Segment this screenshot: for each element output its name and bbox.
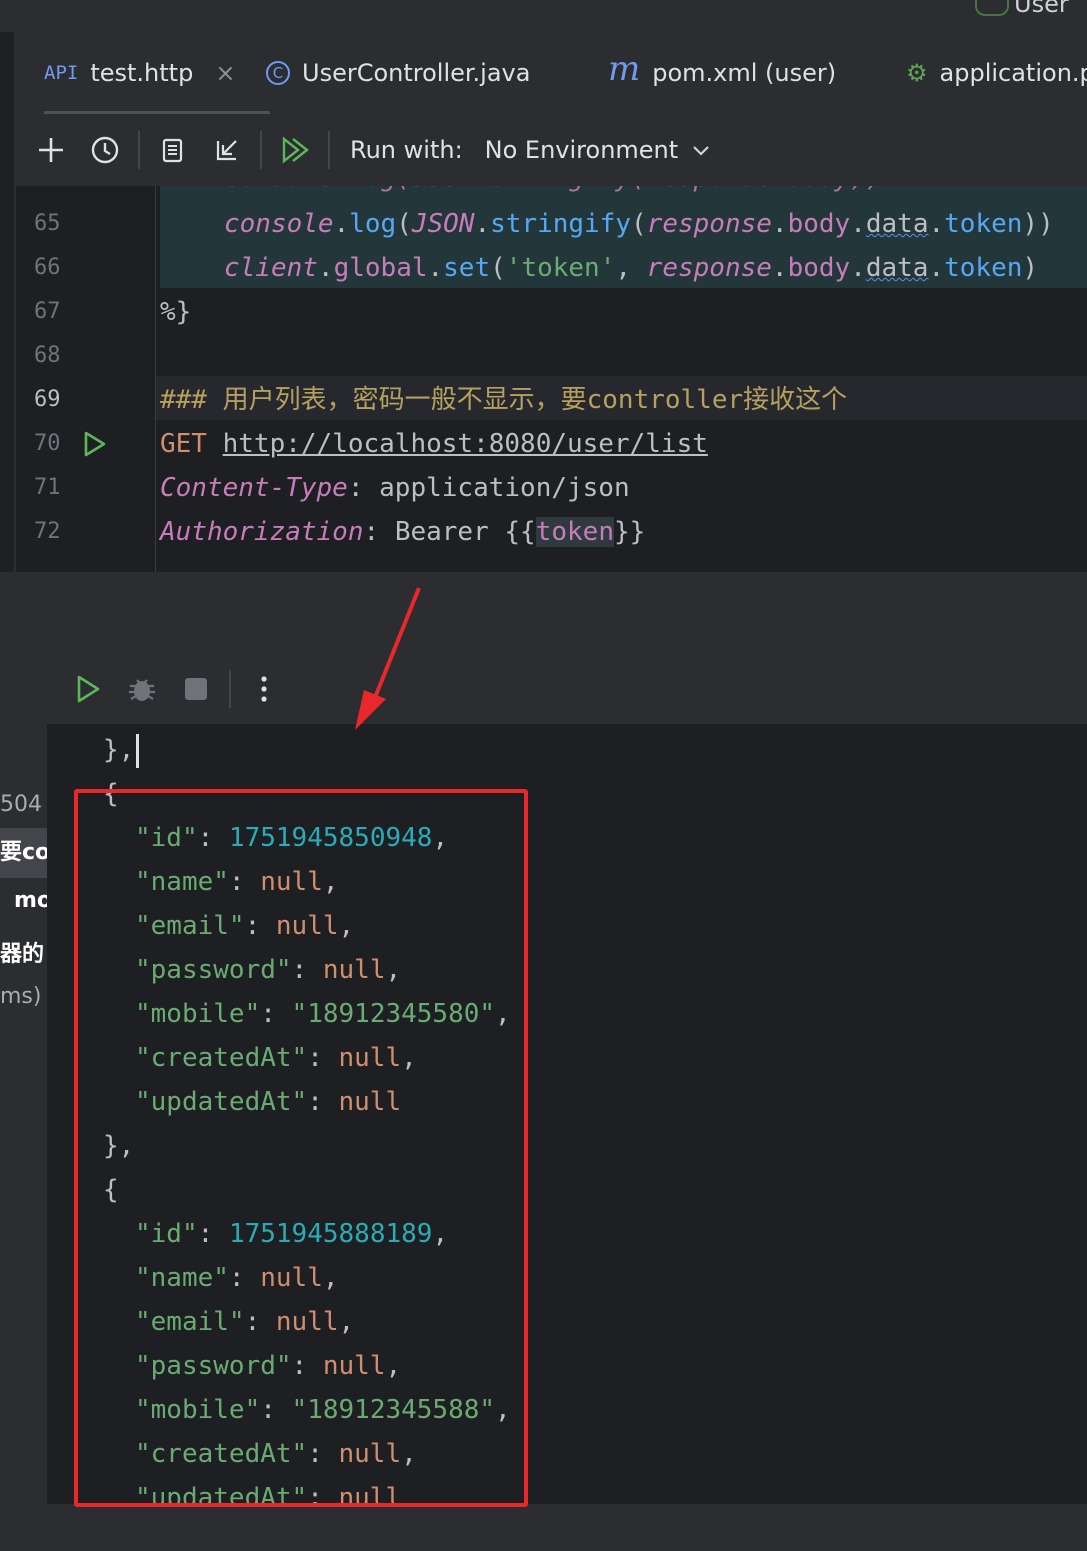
code-text: client.global.set('token', response.body… xyxy=(224,253,1039,283)
spring-config-icon: ⚙ xyxy=(906,59,928,87)
import-button[interactable] xyxy=(200,114,254,186)
environment-select[interactable]: No Environment xyxy=(485,136,711,164)
tab-user-controller[interactable]: C UserController.java xyxy=(266,32,530,114)
run-with-label: Run with: xyxy=(350,136,463,164)
code-line: 72 Authorization: Bearer {{token}} xyxy=(16,510,1087,554)
code-line: 71 Content-Type: application/json xyxy=(16,466,1087,510)
line-number: 72 xyxy=(34,519,61,544)
list-item[interactable]: 504 xyxy=(0,792,47,817)
import-icon xyxy=(216,140,237,161)
tab-test-http[interactable]: API test.http × xyxy=(44,32,270,116)
line-number: 66 xyxy=(34,255,61,280)
toolbar-separator xyxy=(138,131,140,169)
list-item[interactable]: 要co xyxy=(0,828,47,878)
convert-button[interactable] xyxy=(146,114,200,186)
play-icon xyxy=(84,431,106,457)
http-client-toolbar: Run with: No Environment xyxy=(16,114,1087,186)
debug-button[interactable] xyxy=(115,653,169,725)
title-strip: User xyxy=(0,0,1087,32)
code-line: 64 console.log(JSON.stringify(response.b… xyxy=(16,186,1087,200)
stop-button[interactable] xyxy=(169,653,223,725)
code-line: 68 xyxy=(16,334,1087,378)
api-icon: API xyxy=(44,62,79,84)
run-all-icon xyxy=(282,136,309,164)
editor-tab-bar: API test.http × C UserController.java m … xyxy=(16,32,1087,116)
list-item[interactable]: ms) xyxy=(0,984,47,1009)
code-line: 69 ### 用户列表，密码一般不显示，要controller接收这个 xyxy=(16,378,1087,422)
tool-window-strip xyxy=(0,32,14,572)
tab-pom-xml[interactable]: m pom.xml (user) xyxy=(608,32,836,114)
tab-label: test.http xyxy=(90,59,194,87)
header-line: Content-Type: application/json xyxy=(160,473,630,503)
tab-application-properties[interactable]: ⚙ application.p xyxy=(906,32,1087,114)
tab-label: pom.xml (user) xyxy=(652,59,837,87)
json-line: }, xyxy=(103,728,140,772)
status-area xyxy=(0,1504,1087,1551)
spring-icon[interactable] xyxy=(975,0,1009,16)
line-number: 64 xyxy=(34,186,84,200)
run-all-button[interactable] xyxy=(268,114,322,186)
document-icon xyxy=(162,138,183,163)
panel-splitter[interactable] xyxy=(0,572,1087,654)
clock-icon xyxy=(91,136,119,164)
add-request-button[interactable] xyxy=(24,114,78,186)
annotation-highlight-box xyxy=(74,789,528,1507)
chevron-down-icon xyxy=(692,138,710,162)
plus-icon xyxy=(39,138,63,162)
list-item[interactable]: 器的 xyxy=(0,936,47,968)
line-number: 65 xyxy=(34,211,61,236)
bug-icon xyxy=(129,679,155,701)
maven-icon: m xyxy=(608,49,641,89)
code-text: console.log(JSON.stringify(response.body… xyxy=(224,209,1054,239)
code-line: 66 client.global.set('token', response.b… xyxy=(16,246,1087,290)
code-line: 65 console.log(JSON.stringify(response.b… xyxy=(16,202,1087,246)
code-editor[interactable]: 64 console.log(JSON.stringify(response.b… xyxy=(16,186,1087,572)
request-comment: ### 用户列表，密码一般不显示，要controller接收这个 xyxy=(160,385,848,415)
project-name[interactable]: User xyxy=(1014,0,1069,18)
line-number: 70 xyxy=(34,431,61,456)
stop-icon xyxy=(185,678,207,700)
code-line: 67 %} xyxy=(16,290,1087,334)
line-number: 68 xyxy=(34,343,61,368)
class-icon: C xyxy=(266,61,290,85)
request-line: GET http://localhost:8080/user/list xyxy=(160,429,708,459)
request-url: http://localhost:8080/user/list xyxy=(222,429,708,459)
environment-value: No Environment xyxy=(484,136,679,164)
kebab-menu-icon xyxy=(261,676,267,702)
tab-label: UserController.java xyxy=(302,59,531,87)
toolbar-separator xyxy=(229,670,231,708)
toolbar-separator xyxy=(328,131,330,169)
close-icon[interactable]: × xyxy=(215,59,235,87)
run-toolbar xyxy=(47,654,1087,724)
list-item[interactable]: mo xyxy=(14,888,47,913)
text-caret xyxy=(136,733,140,768)
code-line: 70 GET http://localhost:8080/user/list xyxy=(16,422,1087,466)
play-icon xyxy=(77,675,100,703)
code-text: %} xyxy=(160,297,192,327)
more-options-button[interactable] xyxy=(237,653,291,725)
header-line: Authorization: Bearer {{token}} xyxy=(160,517,646,547)
line-number: 67 xyxy=(34,299,61,324)
tab-label: application.p xyxy=(939,59,1087,87)
run-request-button[interactable] xyxy=(82,430,108,462)
code-text: console.log(JSON.stringify(response.body… xyxy=(224,186,881,200)
history-button[interactable] xyxy=(78,114,132,186)
rerun-button[interactable] xyxy=(61,653,115,725)
line-number: 71 xyxy=(34,475,61,500)
toolbar-separator xyxy=(260,131,262,169)
line-number: 69 xyxy=(34,387,61,412)
run-history-list: 504 要co mo 器的 ms) xyxy=(0,654,47,1504)
